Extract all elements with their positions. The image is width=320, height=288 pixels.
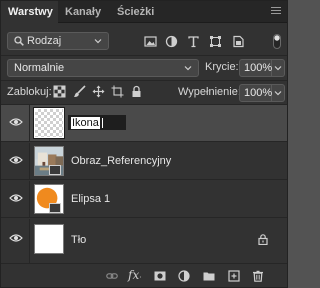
link-layers-icon[interactable] [106,270,118,282]
visibility-eye-icon[interactable] [9,193,23,203]
lock-fill-row: Zablokuj: Wypełnienie: 100% [1,82,287,104]
layer-style-icon[interactable]: fx. [128,268,141,282]
layer-rename-field[interactable]: Ikona [68,115,126,130]
chevron-down-icon [94,39,102,44]
type-filter-icon[interactable] [187,35,200,48]
filter-kind-select[interactable]: Rodzaj [7,32,109,50]
layers-bottom-toolbar: fx. [1,263,287,287]
layer-row-tlo[interactable]: Tło [1,219,287,263]
delete-layer-icon[interactable] [252,270,264,282]
visibility-column-divider [29,105,30,142]
panel-tab-bar: Warstwy Kanały Ścieżki [1,1,287,23]
smart-object-filter-icon[interactable] [232,35,245,48]
panel-menu-icon[interactable] [271,7,281,15]
smart-object-badge-icon [49,203,61,213]
layers-list: Ikona Obraz_Referencyjny Elipsa 1 Tło [1,105,287,263]
adjustment-filter-icon[interactable] [165,35,178,48]
divider [1,80,287,81]
text-caret [102,118,103,128]
visibility-column-divider [29,219,30,263]
fx-text: fx [128,268,140,282]
layer-row-elipsa-1[interactable]: Elipsa 1 [1,181,287,218]
opacity-input[interactable]: 100% [239,59,272,77]
lock-pixels-brush-icon[interactable] [73,85,86,98]
layer-row-obraz-referencyjny[interactable]: Obraz_Referencyjny [1,143,287,180]
layer-thumbnail-transparent[interactable] [33,107,65,139]
blend-mode-value: Normalnie [14,62,65,74]
chevron-down-icon [184,66,192,71]
fill-dropdown[interactable] [272,84,285,102]
layers-panel: Warstwy Kanały Ścieżki Rodzaj Normalnie … [0,0,288,288]
new-layer-icon[interactable] [228,270,240,282]
layer-thumbnail-white[interactable] [34,224,64,254]
layer-name-ikona: Ikona [71,117,100,129]
lock-icon[interactable] [258,234,268,245]
blend-mode-select[interactable]: Normalnie [7,59,199,77]
visibility-column-divider [29,143,30,180]
opacity-label: Krycie: [205,61,239,73]
lock-all-icon[interactable] [130,85,143,98]
lock-transparency-icon[interactable] [53,85,66,98]
chevron-down-icon [274,91,282,96]
add-mask-icon[interactable] [154,270,166,282]
visibility-column-divider [29,181,30,218]
blend-opacity-row: Normalnie Krycie: 100% [1,57,287,79]
visibility-eye-icon[interactable] [9,233,23,243]
layer-name-elipsa-1[interactable]: Elipsa 1 [71,193,110,205]
image-filter-icon[interactable] [144,35,157,48]
layer-row-ikona[interactable]: Ikona [1,105,287,142]
tab-channels[interactable]: Kanały [65,1,101,23]
chevron-down-icon [274,66,282,71]
tab-layers[interactable]: Warstwy [1,1,58,23]
visibility-eye-icon[interactable] [9,117,23,127]
fill-label: Wypełnienie: [178,86,241,98]
adjustment-layer-icon[interactable] [178,270,190,282]
lock-artboard-icon[interactable] [111,85,124,98]
fill-input[interactable]: 100% [239,84,272,102]
lock-position-move-icon[interactable] [92,85,105,98]
layer-filter-row: Rodzaj [1,30,287,54]
lock-label: Zablokuj: [7,86,52,98]
layer-name-obraz-referencyjny[interactable]: Obraz_Referencyjny [71,155,171,167]
layer-name-tlo[interactable]: Tło [71,234,86,246]
opacity-dropdown[interactable] [272,59,285,77]
divider [1,55,287,56]
search-icon [14,36,24,46]
tab-paths[interactable]: Ścieżki [117,1,154,23]
filter-kind-label: Rodzaj [27,35,62,47]
new-group-icon[interactable] [203,270,215,282]
visibility-eye-icon[interactable] [9,155,23,165]
filter-toggle-switch[interactable] [273,34,281,49]
shape-filter-icon[interactable] [209,35,222,48]
smart-object-badge-icon [49,165,61,175]
